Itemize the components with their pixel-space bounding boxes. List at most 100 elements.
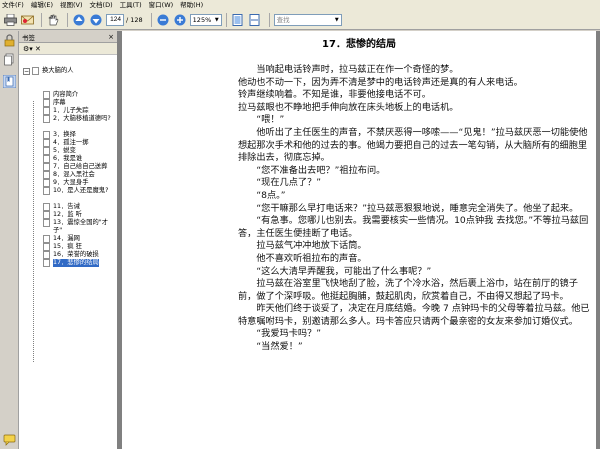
panel-options[interactable]: ⚙▾ ✕ <box>19 43 117 55</box>
bookmark-item[interactable]: 4．孤注一掷 <box>43 139 117 147</box>
bookmark-item[interactable]: 17．悲惨的结局 <box>43 259 117 267</box>
menu-window[interactable]: 窗口(W) <box>149 0 174 10</box>
bookmark-page-icon <box>43 187 50 195</box>
arrow-down-icon <box>90 14 102 25</box>
bookmark-label: 6．我是谁 <box>53 155 83 162</box>
fit-width-icon <box>249 13 260 26</box>
paragraph: 他不喜欢听祖拉布的声音。 <box>238 252 367 264</box>
paragraph: “您不准备出去吧？”祖拉布问。 <box>238 164 386 176</box>
search-input[interactable]: 查找 ▼ <box>273 13 342 26</box>
fit-width-button[interactable] <box>248 13 262 27</box>
toolbar-separator <box>225 12 227 27</box>
bookmark-item[interactable]: 13．震惊全国的"才子" <box>43 219 117 235</box>
menu-edit[interactable]: 编辑(E) <box>31 0 53 10</box>
menu-document[interactable]: 文档(D) <box>90 0 113 10</box>
bookmark-item[interactable]: 7．自己给自己送葬 <box>43 163 117 171</box>
paragraph: 当响起电话铃声时，拉马兹正在作一个奇怪的梦。 <box>238 64 459 75</box>
bookmark-label: 16．荣誉的破损 <box>53 251 99 258</box>
bookmark-label: 内容简介 <box>53 91 79 98</box>
bookmark-root[interactable]: − 换大脑的人 <box>23 67 73 75</box>
paragraph: “现在几点了？” <box>238 177 322 189</box>
bookmark-page-icon <box>43 107 50 115</box>
lock-icon[interactable] <box>3 34 16 47</box>
bookmark-label: 14．漏网 <box>53 235 80 242</box>
bookmark-item[interactable]: 8．混入黑社会 <box>43 171 117 179</box>
fit-page-icon <box>232 13 243 26</box>
document-body: 当响起电话铃声时，拉马兹正在作一个奇怪的梦。 他动也不动一下，因为弄不清是梦中的电… <box>238 64 596 354</box>
paragraph: “喂！” <box>238 114 285 126</box>
bookmark-page-icon <box>43 171 50 179</box>
document-page: 17．悲惨的结局 当响起电话铃声时，拉马兹正在作一个奇怪的梦。 他动也不动一下，因… <box>122 31 596 449</box>
bookmark-item[interactable]: 16．荣誉的破损 <box>43 251 117 259</box>
paragraph: 他听出了主任医生的声音，不禁厌恶得一哆嗦——“见鬼！”拉马兹厌恶一切能使他想起那… <box>238 126 588 164</box>
bookmark-item[interactable]: 10．是人还是魔鬼? <box>43 187 117 195</box>
bookmark-item[interactable]: 序幕 <box>43 99 117 107</box>
toolbar-separator <box>268 12 270 27</box>
bookmark-label: 12．监 听 <box>53 211 82 218</box>
tree-connector <box>33 101 34 362</box>
bookmark-item[interactable]: 6．我是谁 <box>43 155 117 163</box>
hand-tool-button[interactable] <box>46 13 60 27</box>
search-placeholder: 查找 <box>276 15 290 24</box>
menu-help[interactable]: 帮助(H) <box>180 0 203 10</box>
bookmark-page-icon <box>43 139 50 147</box>
bookmark-item[interactable]: 2．大脑移植道德吗? <box>43 115 117 123</box>
menu-tools[interactable]: 工具(T) <box>120 0 142 10</box>
bookmark-item[interactable]: 9．大显身手 <box>43 179 117 187</box>
hand-icon <box>48 14 59 25</box>
previous-page-button[interactable] <box>72 13 86 27</box>
chevron-down-icon: ▼ <box>214 16 219 23</box>
options-icon[interactable]: ⚙▾ ✕ <box>23 45 41 53</box>
bookmark-page-icon <box>43 147 50 155</box>
bookmark-page-icon <box>32 67 39 75</box>
bookmark-item[interactable]: 11．告诫 <box>43 203 117 211</box>
bookmark-page-icon <box>43 203 50 211</box>
zoom-value: 125% <box>192 15 212 24</box>
chapter-title: 17．悲惨的结局 <box>322 39 396 50</box>
print-button[interactable] <box>3 13 17 27</box>
bookmark-item[interactable]: 3．换择 <box>43 131 117 139</box>
bookmark-label: 8．混入黑社会 <box>53 171 95 178</box>
bookmark-item[interactable]: 14．漏网 <box>43 235 117 243</box>
envelope-icon <box>20 15 34 24</box>
paragraph: 拉马兹气冲冲地放下话筒。 <box>238 240 367 252</box>
bookmark-label: 2．大脑移植道德吗? <box>53 115 111 122</box>
bookmark-page-icon <box>43 219 50 227</box>
menu-view[interactable]: 视图(V) <box>60 0 83 10</box>
bookmark-label: 10．是人还是魔鬼? <box>53 187 109 194</box>
bookmark-item[interactable]: 5．蜕变 <box>43 147 117 155</box>
bookmark-page-icon <box>43 155 50 163</box>
toolbar-separator <box>150 12 152 27</box>
bookmark-item[interactable]: 15．疯 狂 <box>43 243 117 251</box>
bookmark-root-label: 换大脑的人 <box>42 67 74 74</box>
zoom-out-icon <box>157 14 169 25</box>
pages-icon[interactable] <box>3 53 16 66</box>
bookmarks-icon[interactable] <box>3 75 16 88</box>
bookmark-label: 17．悲惨的结局 <box>53 259 99 267</box>
panel-title: 书签 <box>22 33 35 42</box>
arrow-up-icon <box>73 14 85 25</box>
document-viewer[interactable]: 17．悲惨的结局 当响起电话铃声时，拉马兹正在作一个奇怪的梦。 他动也不动一下，因… <box>118 31 600 449</box>
panel-header: 书签 × <box>19 31 117 43</box>
next-page-button[interactable] <box>89 13 103 27</box>
bookmark-item[interactable]: 内容简介 <box>43 91 117 99</box>
chevron-down-icon: ▼ <box>334 16 339 23</box>
zoom-in-button[interactable] <box>173 13 187 27</box>
toolbar-separator <box>67 12 68 27</box>
bookmark-item[interactable]: 12．监 听 <box>43 211 117 219</box>
page-total-label: / 128 <box>126 15 143 24</box>
close-icon[interactable]: × <box>108 33 114 41</box>
email-button[interactable] <box>20 13 34 27</box>
zoom-out-button[interactable] <box>156 13 170 27</box>
comments-icon[interactable] <box>3 433 16 446</box>
menu-file[interactable]: 文件(F) <box>2 0 24 10</box>
fit-page-button[interactable] <box>231 13 245 27</box>
zoom-select[interactable]: 125% ▼ <box>189 13 222 26</box>
collapse-icon[interactable]: − <box>23 67 30 75</box>
bookmark-label: 1．儿子失踪 <box>53 107 89 114</box>
paragraph: 拉马兹眼也不睁地把手伸向放在床头地板上的电话机。 <box>238 101 459 113</box>
bookmark-item[interactable]: 1．儿子失踪 <box>43 107 117 115</box>
bookmark-label: 4．孤注一掷 <box>53 139 89 146</box>
paragraph: “这么大清早弄醒我，可能出了什么事呢？” <box>238 265 432 277</box>
page-number-input[interactable] <box>106 13 124 26</box>
